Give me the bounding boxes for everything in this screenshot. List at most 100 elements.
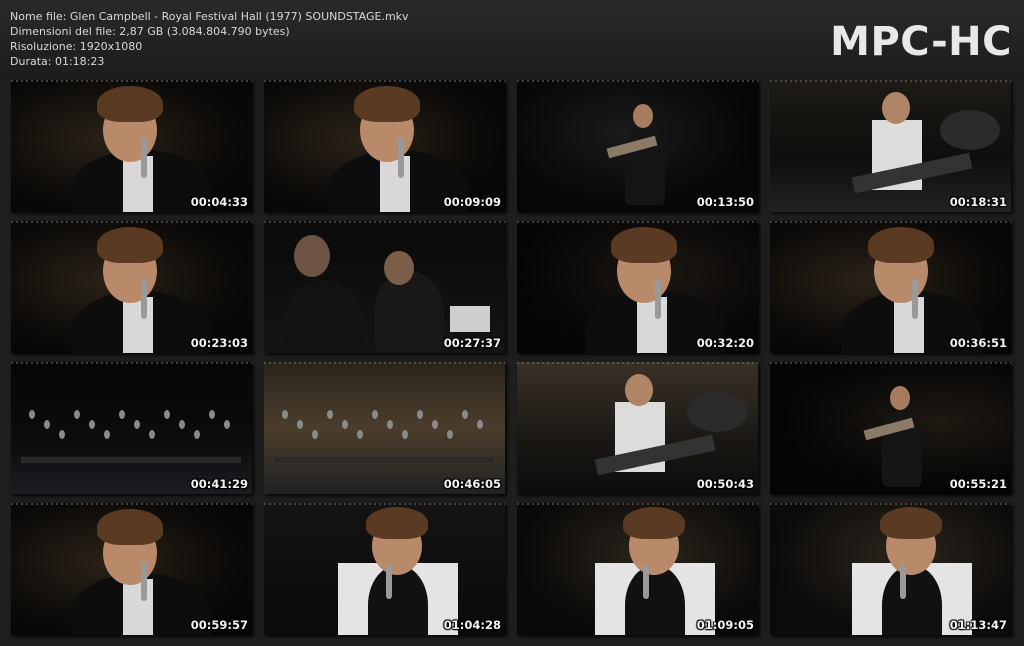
thumbnail-timestamp: 00:13:50 — [696, 195, 754, 209]
microphone — [655, 279, 661, 319]
thumbnail-timestamp: 00:09:09 — [443, 195, 501, 209]
video-thumbnail[interactable]: 00:18:31 — [770, 80, 1011, 212]
scanline-decoration — [264, 503, 505, 505]
thumbnail-timestamp: 01:13:47 — [949, 618, 1007, 632]
file-size: Dimensioni del file: 2,87 GB (3.084.804.… — [10, 25, 290, 38]
video-thumbnail[interactable]: 00:23:03 — [11, 221, 252, 353]
drum-kit — [687, 392, 747, 432]
video-thumbnail[interactable]: 00:41:29 — [11, 362, 252, 494]
video-thumbnail[interactable]: 00:55:21 — [770, 362, 1011, 494]
orchestra-member — [104, 430, 110, 439]
scanline-decoration — [770, 80, 1011, 82]
thumbnail-timestamp: 00:04:33 — [190, 195, 248, 209]
microphone — [386, 565, 392, 599]
scanline-decoration — [264, 221, 505, 223]
file-info: Nome file: Glen Campbell - Royal Festiva… — [10, 9, 409, 69]
microphone — [912, 279, 918, 319]
thumbnail-grid: 00:04:33 00:09:09 00:13:50 00:18:31 00:23:03… — [11, 80, 1013, 636]
video-thumbnail[interactable]: 00:13:50 — [517, 80, 758, 212]
performer-shirt — [123, 579, 153, 635]
orchestra-member — [282, 410, 288, 419]
drum-kit — [940, 110, 1000, 150]
orchestra-member — [194, 430, 200, 439]
thumbnail-timestamp: 00:59:57 — [190, 618, 248, 632]
performer-hair — [366, 507, 428, 539]
scanline-decoration — [11, 221, 252, 223]
performer-hair — [97, 227, 163, 263]
video-thumbnail[interactable]: 00:27:37 — [264, 221, 505, 353]
performer-shirt — [637, 297, 667, 353]
thumbnail-timestamp: 00:27:37 — [443, 336, 501, 350]
microphone — [398, 138, 404, 178]
performer-vest — [882, 565, 942, 635]
thumbnail-timestamp: 00:55:21 — [949, 477, 1007, 491]
orchestra-member — [164, 410, 170, 419]
video-thumbnail[interactable]: 00:36:51 — [770, 221, 1011, 353]
conductor-face — [294, 235, 330, 277]
video-thumbnail[interactable]: 01:04:28 — [264, 503, 505, 635]
thumbnail-timestamp: 00:50:43 — [696, 477, 754, 491]
scanline-decoration — [517, 80, 758, 82]
conductor-body — [284, 281, 364, 351]
video-thumbnail[interactable]: 00:59:57 — [11, 503, 252, 635]
scanline-decoration — [11, 503, 252, 505]
orchestra-member — [417, 410, 423, 419]
video-thumbnail[interactable]: 01:13:47 — [770, 503, 1011, 635]
header-bar: Nome file: Glen Campbell - Royal Festiva… — [0, 0, 1024, 78]
performer-hair — [97, 509, 163, 545]
performer-vest — [368, 565, 428, 635]
orchestra-member — [312, 430, 318, 439]
app-logo: MPC-HC — [830, 19, 1012, 65]
video-thumbnail[interactable]: 00:46:05 — [264, 362, 505, 494]
orchestra-member — [297, 420, 303, 429]
orchestra-member — [477, 420, 483, 429]
orchestra-member — [357, 430, 363, 439]
performer-vest — [625, 565, 685, 635]
performer-shirt — [123, 156, 153, 212]
orchestra-member — [29, 410, 35, 419]
performer-face — [890, 386, 910, 410]
performer-shirt — [380, 156, 410, 212]
performer-body — [882, 407, 922, 487]
scanline-decoration — [517, 362, 758, 364]
video-thumbnail[interactable]: 00:09:09 — [264, 80, 505, 212]
scanline-decoration — [264, 80, 505, 82]
video-thumbnail[interactable]: 01:09:05 — [517, 503, 758, 635]
performer-hair — [880, 507, 942, 539]
performer-hair — [97, 86, 163, 122]
orchestra-member — [179, 420, 185, 429]
performer-shirt — [123, 297, 153, 353]
sheet-music — [450, 306, 490, 332]
performer-hair — [623, 507, 685, 539]
orchestra-member — [209, 410, 215, 419]
performer-face — [625, 374, 653, 406]
scanline-decoration — [517, 503, 758, 505]
performer-hair — [868, 227, 934, 263]
stage-floor — [21, 457, 241, 463]
video-thumbnail[interactable]: 00:04:33 — [11, 80, 252, 212]
video-duration: Durata: 01:18:23 — [10, 55, 105, 68]
scanline-decoration — [264, 362, 505, 364]
stage-floor — [274, 457, 494, 463]
microphone — [900, 565, 906, 599]
orchestra-member — [224, 420, 230, 429]
thumbnail-timestamp: 00:46:05 — [443, 477, 501, 491]
orchestra-member — [119, 410, 125, 419]
orchestra-member — [387, 420, 393, 429]
performer-shirt — [894, 297, 924, 353]
orchestra-member — [134, 420, 140, 429]
performer-hair — [611, 227, 677, 263]
microphone — [141, 279, 147, 319]
video-thumbnail[interactable]: 00:50:43 — [517, 362, 758, 494]
musician-body — [374, 271, 444, 353]
orchestra-member — [89, 420, 95, 429]
thumbnail-timestamp: 01:09:05 — [696, 618, 754, 632]
musician-face — [384, 251, 414, 285]
orchestra-member — [432, 420, 438, 429]
thumbnail-timestamp: 00:18:31 — [949, 195, 1007, 209]
performer-face — [633, 104, 653, 128]
performer-body — [625, 125, 665, 205]
scanline-decoration — [11, 80, 252, 82]
video-thumbnail[interactable]: 00:32:20 — [517, 221, 758, 353]
orchestra-member — [74, 410, 80, 419]
